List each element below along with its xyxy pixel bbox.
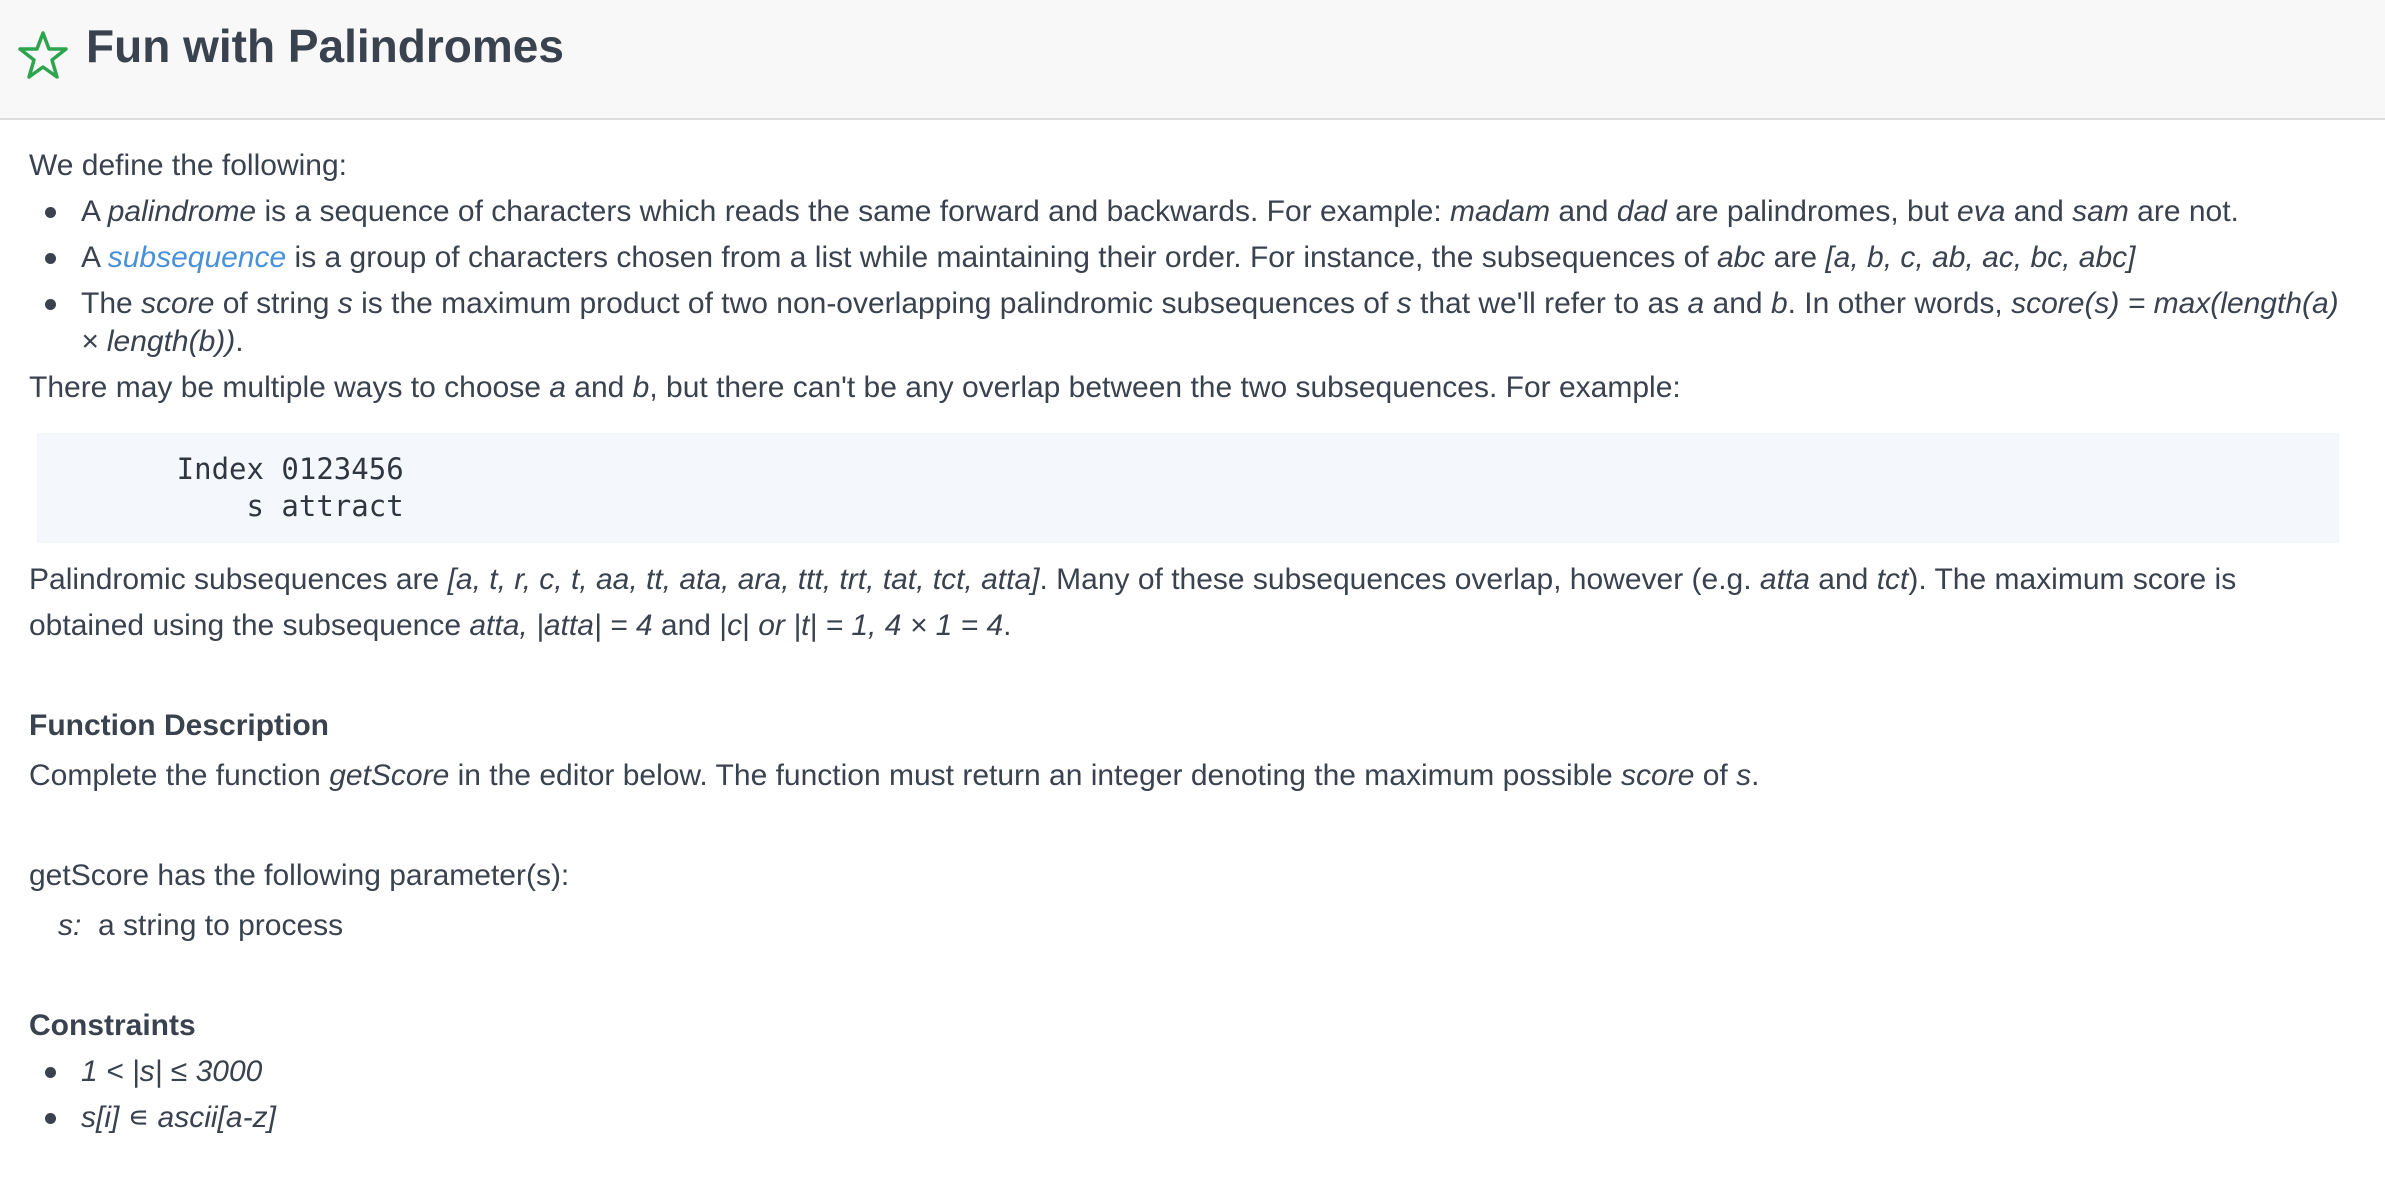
explanation-text: Palindromic subsequences are [a, t, r, c… [29,563,2237,642]
parameter-description: a string to process [81,909,344,942]
constraint-item: 1 < |s| ≤ 3000 [29,1049,2349,1095]
function-description-heading: Function Description [29,709,329,742]
parameter-name: s: [58,909,82,942]
challenge-header: Fun with Palindromes [0,0,2385,120]
definition-subsequence: A subsequence is a group of characters c… [29,235,2349,281]
code-line-string: s attract [37,489,404,523]
code-line-index: Index 0123456 [37,452,404,486]
constraint-item: s[i] ∊ ascii[a-z] [29,1095,2349,1141]
constraints-list: 1 < |s| ≤ 3000 s[i] ∊ ascii[a-z] [29,1049,2349,1141]
constraints-heading: Constraints [29,1009,196,1042]
definition-palindrome: A palindrome is a sequence of characters… [29,189,2349,235]
subsequence-link[interactable]: subsequence [108,241,286,274]
function-description-text: Complete the function getScore in the ed… [29,759,1760,792]
parameters-intro: getScore has the following parameter(s): [29,859,570,892]
page-title: Fun with Palindromes [86,20,564,72]
intro-text: We define the following: [29,149,347,182]
definition-score: The score of string s is the maximum pro… [29,281,2349,361]
definitions-list: A palindrome is a sequence of characters… [29,189,2349,361]
star-outline-icon[interactable] [18,30,68,80]
parameter-s: s: a string to process [29,903,2349,949]
example-code-block: Index 0123456 s attract [37,433,2339,543]
overlap-text: There may be multiple ways to choose a a… [29,371,1681,404]
problem-statement: We define the following: A palindrome is… [29,120,2349,1141]
